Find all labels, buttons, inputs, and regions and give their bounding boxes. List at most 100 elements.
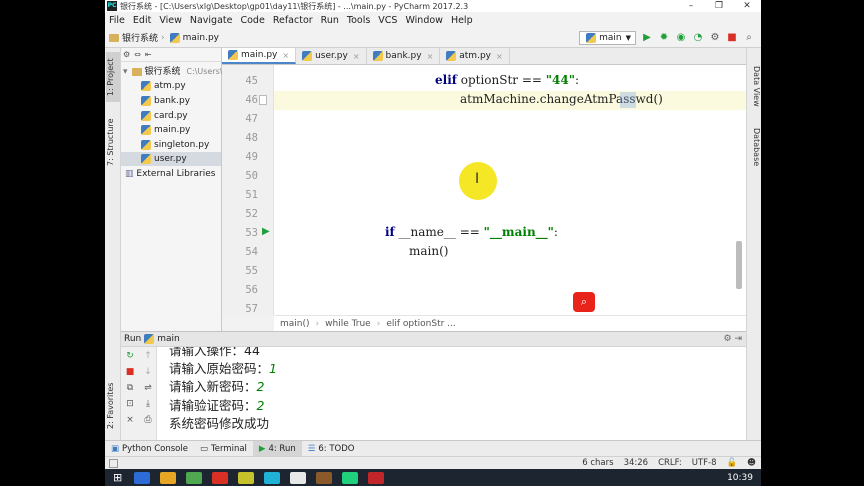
taskbar-app-icon[interactable] <box>238 471 255 484</box>
arrow-up-icon[interactable]: ↑ <box>142 350 154 362</box>
status-position[interactable]: 34:26 <box>619 458 654 468</box>
hide-icon[interactable]: ⇤ <box>145 50 152 59</box>
tree-root[interactable]: ▾ 银行系统 C:\Users\xl <box>123 65 229 79</box>
line-number: 47 <box>245 113 258 125</box>
run-console[interactable]: 请输入操作：44 请输入原始密码：1 请输入新密码：2 请输验证密码：2 系统密… <box>157 347 746 440</box>
menu-navigate[interactable]: Navigate <box>186 15 237 26</box>
scroll-to-end-icon[interactable]: ⤓ <box>142 398 154 410</box>
tree-file-card[interactable]: card.py <box>139 109 188 123</box>
run-panel-config[interactable]: main <box>157 334 180 344</box>
tab-data-view[interactable]: Data View <box>748 66 761 107</box>
breadcrumb-item[interactable]: main() <box>280 319 310 329</box>
taskbar-clock[interactable]: 10:39 <box>727 473 753 483</box>
tab-python-console[interactable]: ▣ Python Console <box>105 441 194 456</box>
taskbar-app-icon[interactable] <box>264 471 281 484</box>
breadcrumb-item[interactable]: elif optionStr ... <box>386 319 455 329</box>
close-tab-icon[interactable]: × <box>496 52 503 61</box>
tab-label: 6: TODO <box>318 443 355 454</box>
taskbar-app-icon[interactable] <box>368 471 385 484</box>
python-file-icon <box>141 95 151 106</box>
stop-icon[interactable]: ■ <box>726 32 738 44</box>
fold-marker-icon[interactable] <box>259 95 267 105</box>
close-tab-icon[interactable]: × <box>282 51 289 60</box>
taskbar-app-icon[interactable] <box>186 471 203 484</box>
menu-refactor[interactable]: Refactor <box>269 15 317 26</box>
tab-run[interactable]: ▶ 4: Run <box>252 441 302 456</box>
tab-structure[interactable]: 7: Structure <box>106 114 120 170</box>
status-encoding[interactable]: UTF-8 <box>687 458 722 468</box>
tab-atm[interactable]: atm.py × <box>440 48 510 64</box>
tab-favorites[interactable]: 2: Favorites <box>106 378 120 434</box>
menu-window[interactable]: Window <box>401 15 446 26</box>
stop-icon[interactable]: ■ <box>124 366 136 378</box>
windows-start-icon[interactable]: ⊞ <box>113 471 122 484</box>
tab-main[interactable]: main.py × <box>222 48 297 64</box>
menu-run[interactable]: Run <box>317 15 343 26</box>
tab-terminal[interactable]: ▭ Terminal <box>194 441 253 456</box>
terminal-icon: ▭ <box>199 443 208 454</box>
menu-help[interactable]: Help <box>447 15 477 26</box>
tree-file-singleton[interactable]: singleton.py <box>139 138 209 152</box>
taskbar-app-icon[interactable] <box>212 471 229 484</box>
menu-vcs[interactable]: VCS <box>374 15 401 26</box>
tab-bank[interactable]: bank.py × <box>367 48 441 64</box>
taskbar-app-icon[interactable] <box>316 471 333 484</box>
close-tab-icon[interactable]: × <box>427 52 434 61</box>
minimize-button[interactable]: – <box>677 1 705 11</box>
menu-tools[interactable]: Tools <box>343 15 374 26</box>
inspector-icon[interactable]: ☻ <box>742 458 761 468</box>
tab-database[interactable]: Database <box>748 128 761 166</box>
nav-file[interactable]: main.py <box>183 33 219 43</box>
rerun-icon[interactable]: ↻ <box>124 350 136 362</box>
nav-project[interactable]: 银行系统 <box>122 31 158 44</box>
concurrency-icon[interactable]: ⚙ <box>709 32 721 44</box>
collapse-icon[interactable]: ⇔ <box>134 50 141 59</box>
tree-external-libraries[interactable]: ▥ External Libraries <box>125 167 215 181</box>
run-config-select[interactable]: main ▼ <box>579 30 636 45</box>
debug-icon[interactable]: ✹ <box>658 32 670 44</box>
menu-file[interactable]: File <box>105 15 129 26</box>
editor-scrollbar[interactable] <box>736 241 742 289</box>
menu-view[interactable]: View <box>155 15 186 26</box>
breadcrumb-item[interactable]: while True <box>325 319 371 329</box>
soft-wrap-icon[interactable]: ⇌ <box>142 382 154 394</box>
search-everywhere-icon[interactable]: ⌕ <box>743 32 755 44</box>
run-icon[interactable]: ▶ <box>641 32 653 44</box>
taskbar-app-icon[interactable] <box>160 471 177 484</box>
tree-file-main[interactable]: main.py <box>139 123 190 137</box>
close-button[interactable]: ✕ <box>733 1 761 11</box>
arrow-down-icon[interactable]: ↓ <box>142 366 154 378</box>
console-text: 请输验证密码： <box>169 398 257 413</box>
menu-edit[interactable]: Edit <box>129 15 155 26</box>
run-gutter-icon[interactable]: ▶ <box>262 226 270 237</box>
profile-icon[interactable]: ◔ <box>692 32 704 44</box>
tree-file-user[interactable]: user.py <box>121 152 221 166</box>
status-line-separator[interactable]: CRLF: <box>653 458 687 468</box>
code-editor[interactable]: elif optionStr == "44": atmMachine.chang… <box>274 65 746 315</box>
close-run-icon[interactable]: × <box>124 414 136 426</box>
pin-icon[interactable]: ⊡ <box>124 398 136 410</box>
tab-project[interactable]: 1: Project <box>106 52 120 102</box>
tool-windows-icon[interactable] <box>109 458 118 468</box>
coverage-icon[interactable]: ◉ <box>675 32 687 44</box>
menu-code[interactable]: Code <box>236 15 268 26</box>
tab-user[interactable]: user.py × <box>296 48 367 64</box>
maximize-button[interactable]: ❐ <box>705 1 733 11</box>
tab-todo[interactable]: ☰ 6: TODO <box>302 441 361 456</box>
restore-layout-icon[interactable]: ⧉ <box>124 382 136 394</box>
python-file-icon <box>141 80 151 91</box>
tree-file-atm[interactable]: atm.py <box>139 79 186 93</box>
print-icon[interactable]: ⎙ <box>142 414 154 426</box>
console-text: 请输入操作：44 <box>169 347 260 358</box>
close-tab-icon[interactable]: × <box>353 52 360 61</box>
search-overlay-button[interactable]: ⌕ <box>573 292 595 312</box>
taskbar-app-icon[interactable] <box>134 471 151 484</box>
taskbar-app-icon[interactable] <box>290 471 307 484</box>
lock-icon[interactable]: 🔓 <box>722 458 743 468</box>
taskbar-app-icon[interactable] <box>342 471 359 484</box>
console-input: 2 <box>256 379 265 394</box>
tree-file-label: main.py <box>154 125 191 135</box>
settings-icon[interactable]: ⚙ ⇥ <box>724 334 746 344</box>
tree-file-bank[interactable]: bank.py <box>139 94 190 108</box>
settings-icon[interactable]: ⚙ <box>123 50 130 59</box>
